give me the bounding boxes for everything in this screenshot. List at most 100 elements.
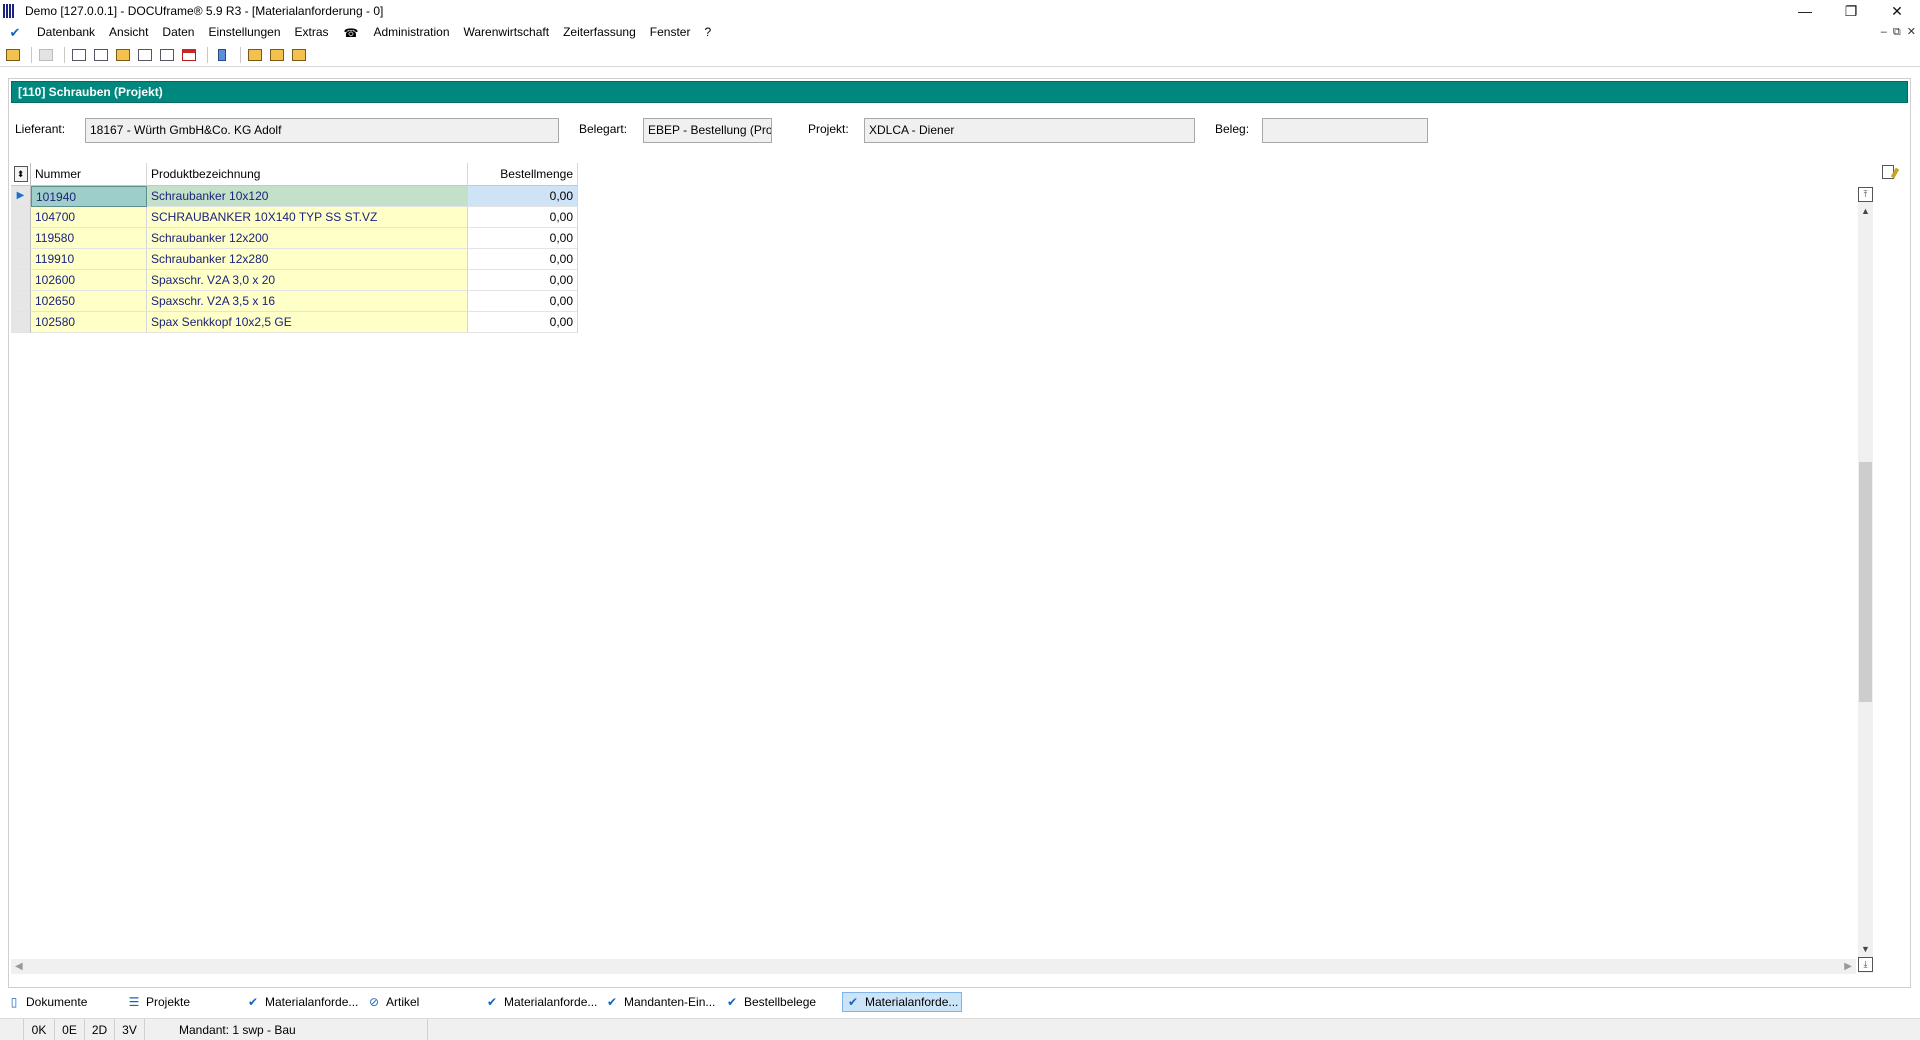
table-row[interactable]: 119910 Schraubanker 12x280 0,00	[11, 249, 579, 270]
cell-bestellmenge[interactable]: 0,00	[468, 291, 578, 312]
close-button[interactable]: ✕	[1874, 0, 1920, 22]
cell-produktbezeichnung[interactable]: Spax Senkkopf 10x2,5 GE	[147, 312, 468, 333]
calendar-icon[interactable]	[180, 46, 198, 64]
mdi-close-button[interactable]: ✕	[1907, 22, 1916, 43]
cell-bestellmenge[interactable]: 0,00	[468, 186, 578, 207]
address-card-icon[interactable]	[70, 46, 88, 64]
cell-bestellmenge[interactable]: 0,00	[468, 312, 578, 333]
mdi-restore-button[interactable]: ⧉	[1893, 22, 1901, 43]
task-tab-mandanten[interactable]: ✔ Mandanten-Ein...	[602, 992, 718, 1012]
new-folder-icon[interactable]	[246, 46, 264, 64]
menu-fenster[interactable]: Fenster	[643, 22, 698, 43]
list-icon[interactable]	[92, 46, 110, 64]
copy-icon[interactable]	[158, 46, 176, 64]
scroll-down-icon[interactable]: ▼	[1858, 941, 1873, 956]
cell-nummer[interactable]: 102600	[31, 270, 147, 291]
phone-device-icon[interactable]	[213, 46, 231, 64]
menu-extras[interactable]: Extras	[288, 22, 336, 43]
table-row[interactable]: ▶ 101940 Schraubanker 10x120 0,00	[11, 186, 579, 207]
task-tab-materialanforderung-2[interactable]: ✔ Materialanforde...	[482, 992, 600, 1012]
task-tab-label: Materialanforde...	[504, 995, 598, 1009]
cell-bestellmenge[interactable]: 0,00	[468, 207, 578, 228]
cell-nummer[interactable]: 119580	[31, 228, 147, 249]
status-spacer	[0, 1018, 24, 1040]
cell-produktbezeichnung[interactable]: SCHRAUBANKER 10X140 TYP SS ST.VZ	[147, 207, 468, 228]
cell-produktbezeichnung[interactable]: Schraubanker 10x120	[147, 186, 468, 207]
projekt-field[interactable]: XDLCA - Diener	[864, 118, 1195, 143]
menu-datenbank[interactable]: Datenbank	[30, 22, 102, 43]
table-row[interactable]: 102600 Spaxschr. V2A 3,0 x 20 0,00	[11, 270, 579, 291]
attachment-icon[interactable]	[136, 46, 154, 64]
scroll-left-icon[interactable]: ◀	[15, 961, 23, 972]
cell-nummer[interactable]: 119910	[31, 249, 147, 270]
open-folder-icon[interactable]	[268, 46, 286, 64]
status-e: 0E	[55, 1018, 85, 1040]
sort-toggle-icon[interactable]: ⬍	[13, 166, 28, 182]
table-row[interactable]: 102650 Spaxschr. V2A 3,5 x 16 0,00	[11, 291, 579, 312]
maximize-button[interactable]: ❐	[1828, 0, 1874, 22]
app-menu-icon[interactable]: ✔	[6, 25, 24, 41]
scroll-up-icon[interactable]: ▲	[1858, 203, 1873, 218]
column-header-produktbezeichnung[interactable]: Produktbezeichnung	[147, 163, 468, 186]
task-tab-materialanforderung-1[interactable]: ✔ Materialanforde...	[243, 992, 361, 1012]
edit-note-icon[interactable]	[1879, 163, 1897, 181]
row-selector[interactable]	[11, 249, 31, 270]
scroll-right-icon[interactable]: ▶	[1844, 961, 1852, 972]
projekt-label: Projekt:	[808, 122, 849, 136]
phone-icon[interactable]: ☎	[336, 26, 367, 40]
grid-corner[interactable]: ⬍	[11, 163, 31, 186]
open-database-icon[interactable]	[4, 46, 22, 64]
task-tab-projekte[interactable]: ☰ Projekte	[124, 992, 193, 1012]
row-selector[interactable]	[11, 291, 31, 312]
menu-zeiterfassung[interactable]: Zeiterfassung	[556, 22, 643, 43]
app-logo-icon	[3, 4, 19, 18]
cell-bestellmenge[interactable]: 0,00	[468, 249, 578, 270]
task-tab-artikel[interactable]: ⊘ Artikel	[364, 992, 422, 1012]
mdi-minimize-button[interactable]: –	[1881, 22, 1887, 43]
table-row[interactable]: 102580 Spax Senkkopf 10x2,5 GE 0,00	[11, 312, 579, 333]
table-row[interactable]: 104700 SCHRAUBANKER 10X140 TYP SS ST.VZ …	[11, 207, 579, 228]
scroll-last-icon[interactable]: ⤓	[1858, 957, 1873, 972]
row-selector[interactable]	[11, 228, 31, 249]
vertical-scrollbar[interactable]: ⤒ ▲ ▼ ⤓	[1858, 187, 1873, 973]
beleg-field[interactable]	[1262, 118, 1428, 143]
belegart-field[interactable]: EBEP - Bestellung (Projekt)	[643, 118, 772, 143]
task-tab-label: Artikel	[386, 995, 420, 1009]
menu-daten[interactable]: Daten	[155, 22, 201, 43]
print-icon[interactable]	[37, 46, 55, 64]
menu-warenwirtschaft[interactable]: Warenwirtschaft	[457, 22, 557, 43]
cell-produktbezeichnung[interactable]: Schraubanker 12x200	[147, 228, 468, 249]
column-header-nummer[interactable]: Nummer	[31, 163, 147, 186]
row-selector[interactable]	[11, 270, 31, 291]
row-selector[interactable]	[11, 207, 31, 228]
cell-nummer[interactable]: 104700	[31, 207, 147, 228]
scroll-thumb[interactable]	[1859, 462, 1872, 702]
menu-administration[interactable]: Administration	[366, 22, 456, 43]
cell-bestellmenge[interactable]: 0,00	[468, 228, 578, 249]
task-tab-bestellbelege[interactable]: ✔ Bestellbelege	[722, 992, 819, 1012]
menu-einstellungen[interactable]: Einstellungen	[201, 22, 287, 43]
task-tab-dokumente[interactable]: ▯ Dokumente	[4, 992, 90, 1012]
cell-nummer[interactable]: 102580	[31, 312, 147, 333]
lieferant-field[interactable]: 18167 - Würth GmbH&Co. KG Adolf	[85, 118, 559, 143]
row-selector-current-icon[interactable]: ▶	[11, 186, 31, 207]
cell-produktbezeichnung[interactable]: Schraubanker 12x280	[147, 249, 468, 270]
menu-ansicht[interactable]: Ansicht	[102, 22, 155, 43]
cell-nummer[interactable]: 102650	[31, 291, 147, 312]
export-folder-icon[interactable]	[290, 46, 308, 64]
horizontal-scrollbar[interactable]: ◀ ▶	[11, 959, 1856, 974]
cell-produktbezeichnung[interactable]: Spaxschr. V2A 3,0 x 20	[147, 270, 468, 291]
task-tab-materialanforderung-active[interactable]: ✔ Materialanforde...	[842, 992, 963, 1012]
cell-bestellmenge[interactable]: 0,00	[468, 270, 578, 291]
scroll-first-icon[interactable]: ⤒	[1858, 187, 1873, 202]
title-bar: Demo [127.0.0.1] - DOCUframe® 5.9 R3 - […	[0, 0, 1920, 22]
cell-produktbezeichnung[interactable]: Spaxschr. V2A 3,5 x 16	[147, 291, 468, 312]
notes-icon[interactable]	[114, 46, 132, 64]
table-row[interactable]: 119580 Schraubanker 12x200 0,00	[11, 228, 579, 249]
row-selector[interactable]	[11, 312, 31, 333]
menu-help[interactable]: ?	[697, 22, 718, 43]
cell-nummer[interactable]: 101940	[31, 186, 147, 207]
minimize-button[interactable]: —	[1782, 0, 1828, 22]
list-icon: ☰	[128, 995, 140, 1009]
column-header-bestellmenge[interactable]: Bestellmenge	[468, 163, 578, 186]
